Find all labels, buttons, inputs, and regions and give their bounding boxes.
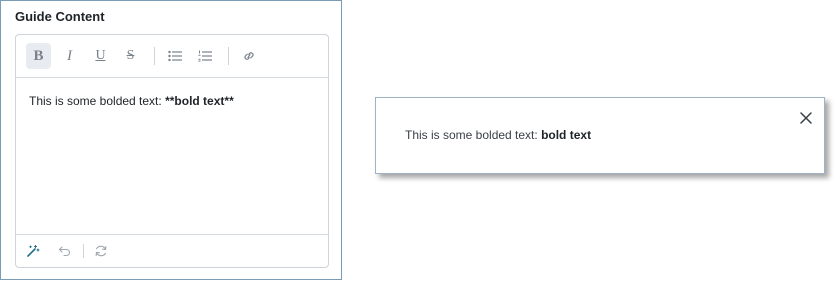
numbered-list-icon [198, 50, 212, 62]
guide-content-panel: Guide Content B I U S This is some bolde… [0, 0, 342, 280]
italic-icon: I [67, 47, 72, 64]
page: Guide Content B I U S This is some bolde… [0, 0, 835, 282]
rich-text-editor: B I U S This is some bolded text: **bold… [15, 34, 329, 268]
preview-text-plain: This is some bolded text: [405, 128, 542, 142]
magic-wand-button[interactable] [23, 242, 43, 260]
strikethrough-button[interactable]: S [118, 43, 143, 69]
link-button[interactable] [236, 43, 261, 69]
preview-card: This is some bolded text: bold text [375, 97, 825, 174]
editor-toolbar: B I U S [16, 35, 328, 78]
link-icon [243, 52, 254, 60]
editor-footer [16, 234, 328, 267]
strikethrough-icon: S [126, 48, 135, 63]
italic-button[interactable]: I [57, 43, 82, 69]
bold-icon: B [33, 47, 44, 64]
toolbar-divider [228, 47, 229, 65]
bullet-list-icon [167, 50, 182, 62]
magic-wand-icon [27, 244, 40, 257]
numbered-list-button[interactable] [192, 43, 217, 69]
panel-title: Guide Content [15, 9, 105, 24]
bullet-list-button[interactable] [162, 43, 187, 69]
toolbar-divider [154, 47, 155, 65]
editor-markdown-bold: **bold text** [165, 94, 234, 108]
underline-icon: U [95, 48, 106, 63]
undo-button[interactable] [55, 242, 75, 260]
redo-button[interactable] [91, 242, 111, 260]
bold-button[interactable]: B [26, 43, 51, 69]
preview-text-bold: bold text [541, 128, 592, 142]
preview-text: This is some bolded text: bold text [405, 128, 591, 142]
editor-text: This is some bolded text: [29, 94, 166, 108]
undo-icon [58, 246, 70, 257]
underline-button[interactable]: U [88, 43, 113, 69]
footer-divider [83, 244, 84, 258]
close-icon [800, 112, 812, 124]
close-button[interactable] [798, 110, 814, 126]
editor-content[interactable]: This is some bolded text: **bold text** [29, 94, 234, 108]
refresh-icon [95, 245, 107, 257]
